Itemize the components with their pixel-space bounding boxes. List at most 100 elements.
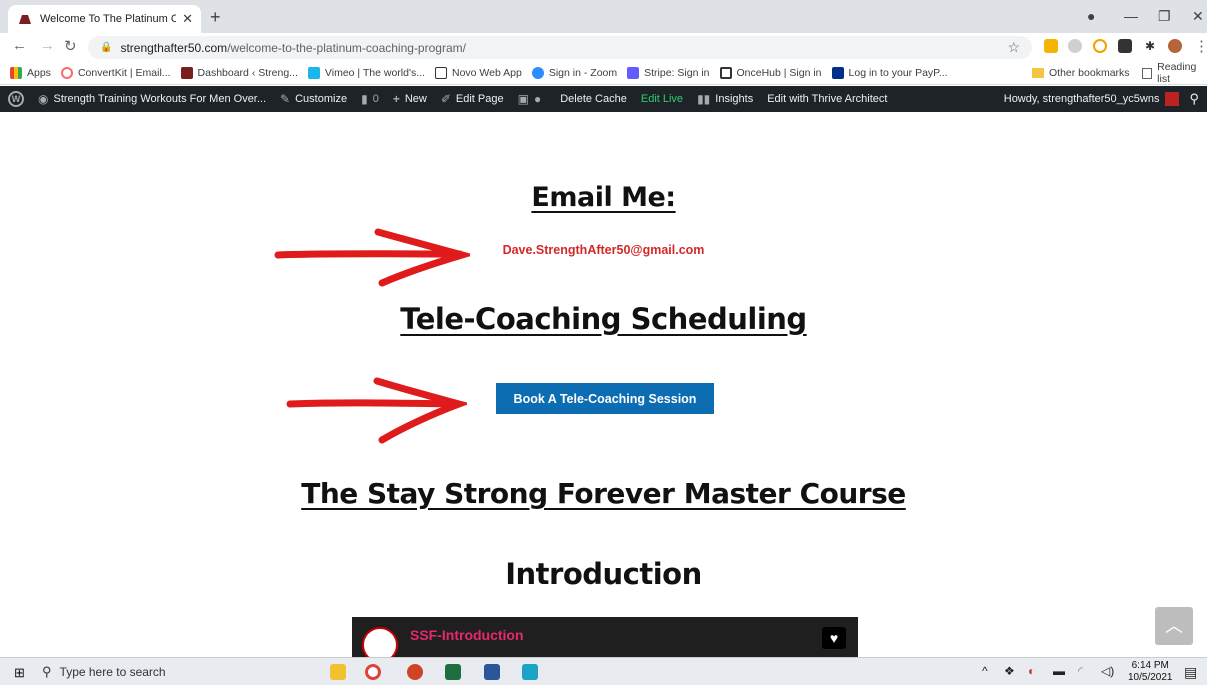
search-icon[interactable]: ⚲ bbox=[1189, 91, 1199, 107]
volume-icon[interactable]: ◁) bbox=[1101, 664, 1114, 678]
scroll-to-top-button[interactable]: ︿ bbox=[1155, 607, 1193, 645]
bookmark-oncehub[interactable]: OnceHub | Sign in bbox=[719, 66, 822, 79]
site-favicon-icon bbox=[19, 15, 31, 24]
bookmark-novo[interactable]: Novo Web App bbox=[434, 66, 522, 79]
admin-delete-cache[interactable]: Delete Cache bbox=[560, 93, 627, 105]
bookmark-paypal[interactable]: Log in to your PayP... bbox=[831, 66, 948, 79]
bookmark-label: ConvertKit | Email... bbox=[77, 66, 171, 79]
video-embed[interactable]: SSF-Introduction ♥ bbox=[352, 617, 858, 663]
admin-yoast[interactable]: ▣ ● bbox=[518, 92, 547, 106]
insights-label: Insights bbox=[715, 93, 754, 105]
wp-logo-icon[interactable]: W bbox=[8, 91, 24, 107]
extension-icon[interactable] bbox=[1068, 39, 1082, 53]
red-arrow-annotation bbox=[274, 228, 470, 287]
heart-icon[interactable]: ♥ bbox=[822, 627, 846, 649]
reload-icon[interactable]: ↻ bbox=[64, 37, 77, 55]
wp-admin-bar: W ◉ Strength Training Workouts For Men Ov… bbox=[0, 86, 1207, 112]
search-placeholder: Type here to search bbox=[59, 665, 166, 679]
word-icon[interactable] bbox=[484, 664, 500, 680]
chevron-up-icon[interactable]: ^ bbox=[982, 664, 988, 678]
extensions-puzzle-icon[interactable]: ✱ bbox=[1143, 39, 1157, 53]
bookmark-dashboard[interactable]: Dashboard ‹ Streng... bbox=[180, 66, 298, 79]
address-bar[interactable]: 🔒 strengthafter50.com/welcome-to-the-pla… bbox=[88, 36, 1032, 59]
introduction-heading: Introduction bbox=[505, 557, 702, 591]
dashboard-icon bbox=[180, 66, 193, 79]
bookmark-star-icon[interactable]: ☆ bbox=[1007, 39, 1020, 56]
admin-comments[interactable]: ▮ 0 bbox=[361, 92, 379, 106]
taskbar-clock[interactable]: 6:14 PM 10/5/2021 bbox=[1128, 660, 1173, 684]
notification-icon[interactable]: ▤ bbox=[1184, 664, 1197, 681]
thrive-label: Edit with Thrive Architect bbox=[767, 93, 888, 105]
bookmark-label: Log in to your PayP... bbox=[848, 66, 948, 79]
clock-time: 6:14 PM bbox=[1131, 660, 1169, 671]
windows-start-icon[interactable]: ⊞ bbox=[14, 665, 25, 681]
profile-dot-icon[interactable]: ● bbox=[1087, 8, 1095, 24]
new-tab-icon[interactable]: + bbox=[210, 7, 221, 28]
tray-app-icon[interactable]: ◐ bbox=[1028, 664, 1035, 678]
excel-icon[interactable] bbox=[445, 664, 461, 680]
vimeo-icon bbox=[307, 66, 320, 79]
extension-icon[interactable] bbox=[1044, 39, 1058, 53]
bookmark-apps[interactable]: Apps bbox=[10, 66, 51, 79]
stripe-icon bbox=[627, 66, 640, 79]
admin-new[interactable]: + New bbox=[393, 92, 427, 106]
minimize-icon[interactable]: — bbox=[1124, 8, 1138, 24]
close-window-icon[interactable]: ✕ bbox=[1192, 8, 1204, 25]
zoom-icon bbox=[531, 66, 544, 79]
admin-insights[interactable]: ▮▮ Insights bbox=[697, 92, 753, 106]
search-icon: ⚲ bbox=[42, 664, 52, 679]
delete-cache-label: Delete Cache bbox=[560, 93, 627, 105]
admin-edit-page[interactable]: ✐ Edit Page bbox=[441, 92, 504, 106]
browser-toolbar: ← → ↻ 🔒 strengthafter50.com/welcome-to-t… bbox=[0, 33, 1207, 61]
taskbar-search[interactable]: ⚲ Type here to search bbox=[42, 661, 304, 683]
edit-page-label: Edit Page bbox=[455, 93, 504, 105]
avatar[interactable] bbox=[1168, 39, 1182, 53]
back-icon[interactable]: ← bbox=[12, 37, 27, 54]
admin-edit-live[interactable]: Edit Live bbox=[641, 93, 683, 105]
bookmarks-bar: Apps ConvertKit | Email... Dashboard ‹ S… bbox=[0, 61, 1207, 85]
bookmark-zoom[interactable]: Sign in - Zoom bbox=[531, 66, 617, 79]
reading-list[interactable]: Reading list bbox=[1142, 61, 1207, 85]
admin-account[interactable]: Howdy, strengthafter50_yc5wns ⚲ bbox=[1004, 86, 1199, 112]
howdy-label: Howdy, strengthafter50_yc5wns bbox=[1003, 93, 1160, 105]
yoast-icon: ▣ bbox=[517, 92, 529, 106]
admin-site-name[interactable]: ◉ Strength Training Workouts For Men Over… bbox=[38, 92, 266, 106]
bookmark-vimeo[interactable]: Vimeo | The world's... bbox=[307, 66, 425, 79]
book-session-button[interactable]: Book A Tele-Coaching Session bbox=[496, 383, 714, 414]
maximize-icon[interactable]: ❐ bbox=[1158, 8, 1171, 25]
red-arrow-annotation bbox=[286, 377, 467, 444]
forward-icon[interactable]: → bbox=[40, 37, 55, 54]
file-explorer-icon[interactable] bbox=[330, 664, 346, 680]
tab-close-icon[interactable]: ✕ bbox=[182, 11, 193, 27]
bookmark-convertkit[interactable]: ConvertKit | Email... bbox=[60, 66, 171, 79]
extension-icon[interactable] bbox=[1093, 39, 1107, 53]
menu-kebab-icon[interactable]: ⋮ bbox=[1194, 37, 1207, 55]
admin-customize[interactable]: ✎ Customize bbox=[280, 92, 347, 106]
browser-tab[interactable]: Welcome To The Platinum Coachi ✕ bbox=[8, 5, 201, 33]
admin-site-label: Strength Training Workouts For Men Over.… bbox=[53, 93, 267, 105]
brush-icon: ✎ bbox=[280, 92, 291, 106]
extension-icon[interactable] bbox=[1118, 39, 1132, 53]
admin-thrive[interactable]: Edit with Thrive Architect bbox=[767, 93, 887, 105]
novo-icon bbox=[434, 66, 447, 79]
comments-count: 0 bbox=[372, 93, 379, 105]
email-heading: Email Me: bbox=[531, 182, 676, 213]
bookmark-label: Vimeo | The world's... bbox=[324, 66, 425, 79]
powerpoint-icon[interactable] bbox=[407, 664, 423, 680]
bar-chart-icon: ▮▮ bbox=[697, 92, 711, 106]
bookmark-label: OnceHub | Sign in bbox=[736, 66, 822, 79]
video-title[interactable]: SSF-Introduction bbox=[410, 627, 524, 643]
wifi-icon[interactable]: ◜ bbox=[1078, 664, 1083, 678]
page-content: Email Me: Dave.StrengthAfter50@gmail.com… bbox=[0, 112, 1207, 663]
battery-icon[interactable]: ▬ bbox=[1053, 664, 1065, 678]
app-icon[interactable] bbox=[522, 664, 538, 680]
email-link[interactable]: Dave.StrengthAfter50@gmail.com bbox=[0, 243, 1207, 257]
lock-icon: 🔒 bbox=[100, 42, 113, 53]
bookmark-stripe[interactable]: Stripe: Sign in bbox=[627, 66, 710, 79]
bookmark-label: Apps bbox=[27, 66, 51, 79]
dropbox-icon[interactable]: ❖ bbox=[1004, 664, 1015, 678]
chrome-icon[interactable] bbox=[365, 664, 381, 680]
other-bookmarks[interactable]: Other bookmarks bbox=[1032, 61, 1130, 85]
plus-icon: + bbox=[392, 92, 400, 106]
tele-coaching-heading: Tele-Coaching Scheduling bbox=[400, 302, 807, 336]
